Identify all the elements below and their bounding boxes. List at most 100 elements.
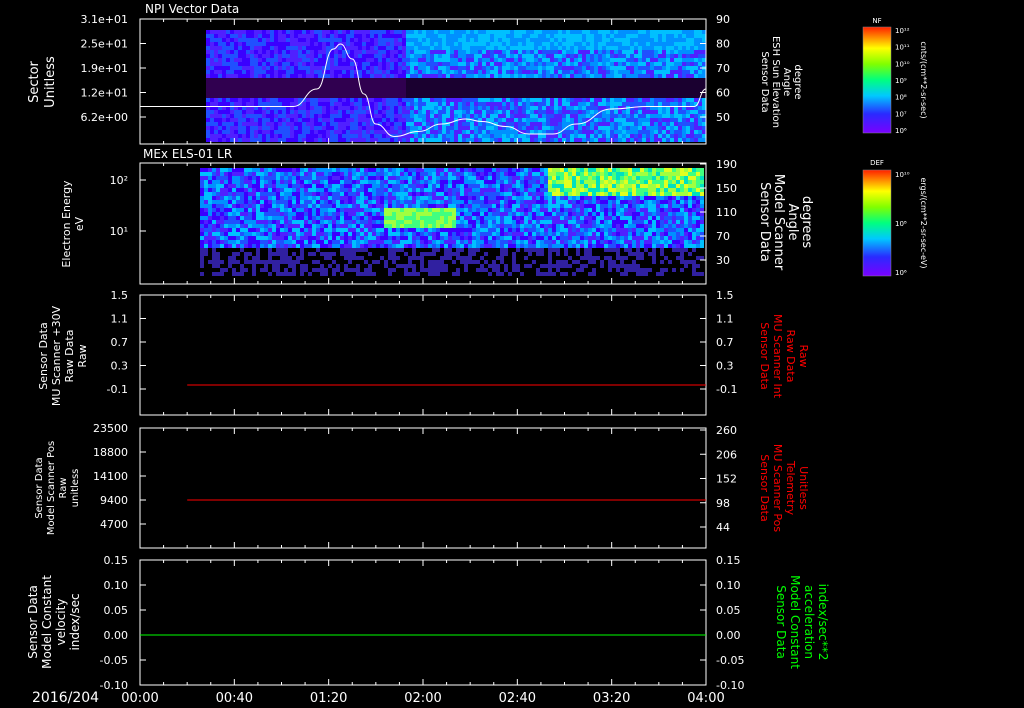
heatmap-cell — [466, 30, 470, 34]
heatmap-cell — [610, 94, 614, 98]
heatmap-cell — [252, 212, 256, 216]
heatmap-cell — [486, 50, 490, 54]
heatmap-cell — [396, 196, 400, 200]
heatmap-cell — [244, 216, 248, 220]
heatmap-cell — [594, 66, 598, 70]
heatmap-cell — [466, 106, 470, 110]
heatmap-cell — [378, 98, 382, 102]
heatmap-cell — [306, 54, 310, 58]
heatmap-cell — [332, 228, 336, 232]
heatmap-cell — [270, 90, 274, 94]
heatmap-cell — [386, 90, 390, 94]
heatmap-cell — [490, 114, 494, 118]
heatmap-cell — [276, 256, 280, 260]
heatmap-cell — [454, 130, 458, 134]
heatmap-cell — [322, 138, 326, 142]
heatmap-cell — [326, 90, 330, 94]
heatmap-cell — [306, 86, 310, 90]
heatmap-cell — [262, 118, 266, 122]
heatmap-cell — [258, 122, 262, 126]
heatmap-cell — [626, 94, 630, 98]
heatmap-cell — [610, 34, 614, 38]
heatmap-cell — [622, 54, 626, 58]
heatmap-cell — [376, 216, 380, 220]
heatmap-cell — [406, 30, 410, 34]
heatmap-cell — [384, 168, 388, 172]
heatmap-cell — [626, 90, 630, 94]
heatmap-cell — [296, 184, 300, 188]
heatmap-cell — [462, 134, 466, 138]
heatmap-cell — [296, 248, 300, 252]
heatmap-cell — [214, 90, 218, 94]
heatmap-cell — [342, 110, 346, 114]
heatmap-cell — [230, 94, 234, 98]
heatmap-cell — [322, 126, 326, 130]
heatmap-cell — [210, 86, 214, 90]
heatmap-cell — [278, 90, 282, 94]
heatmap-cell — [594, 74, 598, 78]
heatmap-cell — [294, 90, 298, 94]
heatmap-cell — [216, 256, 220, 260]
heatmap-cell — [248, 268, 252, 272]
heatmap-cell — [666, 66, 670, 70]
heatmap-cell — [220, 268, 224, 272]
heatmap-cell — [226, 62, 230, 66]
heatmap-cell — [286, 62, 290, 66]
heatmap-cell — [450, 126, 454, 130]
heatmap-cell — [338, 82, 342, 86]
heatmap-cell — [418, 106, 422, 110]
heatmap-cell — [320, 268, 324, 272]
heatmap-cell — [322, 42, 326, 46]
heatmap-cell — [470, 106, 474, 110]
heatmap-cell — [634, 98, 638, 102]
heatmap-cell — [214, 86, 218, 90]
heatmap-cell — [276, 208, 280, 212]
heatmap-cell — [390, 70, 394, 74]
heatmap-cell — [554, 90, 558, 94]
heatmap-cell — [434, 30, 438, 34]
heatmap-cell — [206, 46, 210, 50]
heatmap-cell — [370, 66, 374, 70]
heatmap-cell — [446, 114, 450, 118]
heatmap-cell — [514, 114, 518, 118]
heatmap-cell — [454, 90, 458, 94]
heatmap-cell — [374, 58, 378, 62]
heatmap-cell — [254, 102, 258, 106]
heatmap-cell — [702, 126, 706, 130]
heatmap-cell — [350, 110, 354, 114]
heatmap-cell — [686, 134, 690, 138]
heatmap-cell — [574, 46, 578, 50]
heatmap-cell — [254, 66, 258, 70]
heatmap-cell — [370, 86, 374, 90]
heatmap-cell — [276, 224, 280, 228]
heatmap-cell — [626, 122, 630, 126]
heatmap-cell — [338, 94, 342, 98]
heatmap-cell — [642, 70, 646, 74]
heatmap-cell — [258, 42, 262, 46]
heatmap-cell — [294, 82, 298, 86]
heatmap-cell — [598, 94, 602, 98]
heatmap-cell — [324, 224, 328, 228]
heatmap-cell — [248, 168, 252, 172]
heatmap-cell — [214, 126, 218, 130]
heatmap-cell — [404, 212, 408, 216]
heatmap-cell — [294, 114, 298, 118]
heatmap-cell — [382, 66, 386, 70]
heatmap-cell — [458, 46, 462, 50]
heatmap-cell — [614, 134, 618, 138]
heatmap-cell — [298, 82, 302, 86]
heatmap-cell — [522, 106, 526, 110]
heatmap-cell — [372, 168, 376, 172]
heatmap-cell — [256, 176, 260, 180]
heatmap-cell — [404, 204, 408, 208]
heatmap-cell — [360, 220, 364, 224]
heatmap-cell — [342, 70, 346, 74]
heatmap-cell — [260, 220, 264, 224]
heatmap-cell — [334, 54, 338, 58]
heatmap-cell — [538, 86, 542, 90]
heatmap-cell — [316, 208, 320, 212]
heatmap-cell — [594, 50, 598, 54]
heatmap-cell — [438, 42, 442, 46]
heatmap-cell — [634, 134, 638, 138]
heatmap-cell — [582, 94, 586, 98]
